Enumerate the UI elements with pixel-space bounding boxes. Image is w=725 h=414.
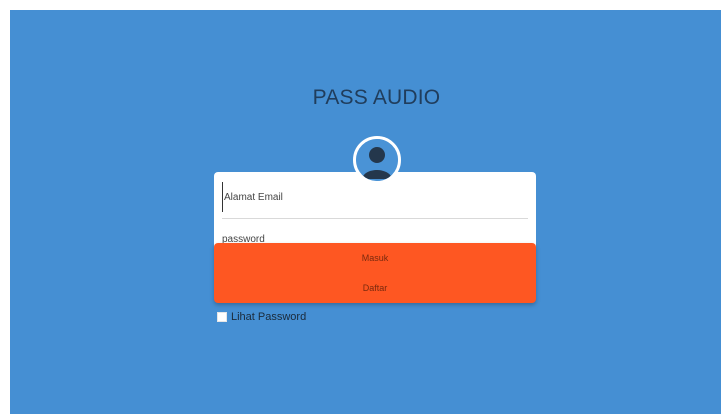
show-password-label: Lihat Password bbox=[231, 311, 307, 323]
email-field[interactable] bbox=[222, 182, 530, 212]
field-divider bbox=[222, 218, 528, 219]
action-button-group: Masuk Daftar bbox=[214, 243, 536, 303]
show-password-toggle[interactable]: Lihat Password bbox=[217, 310, 306, 324]
show-password-checkbox[interactable] bbox=[217, 312, 227, 322]
login-button[interactable]: Masuk bbox=[214, 243, 536, 273]
login-page-background: PASS AUDIO Masuk Daftar Lihat Password bbox=[10, 10, 721, 414]
login-form-card bbox=[214, 172, 536, 254]
user-avatar-icon bbox=[353, 136, 401, 184]
register-button[interactable]: Daftar bbox=[214, 273, 536, 303]
app-title: PASS AUDIO bbox=[312, 86, 441, 109]
